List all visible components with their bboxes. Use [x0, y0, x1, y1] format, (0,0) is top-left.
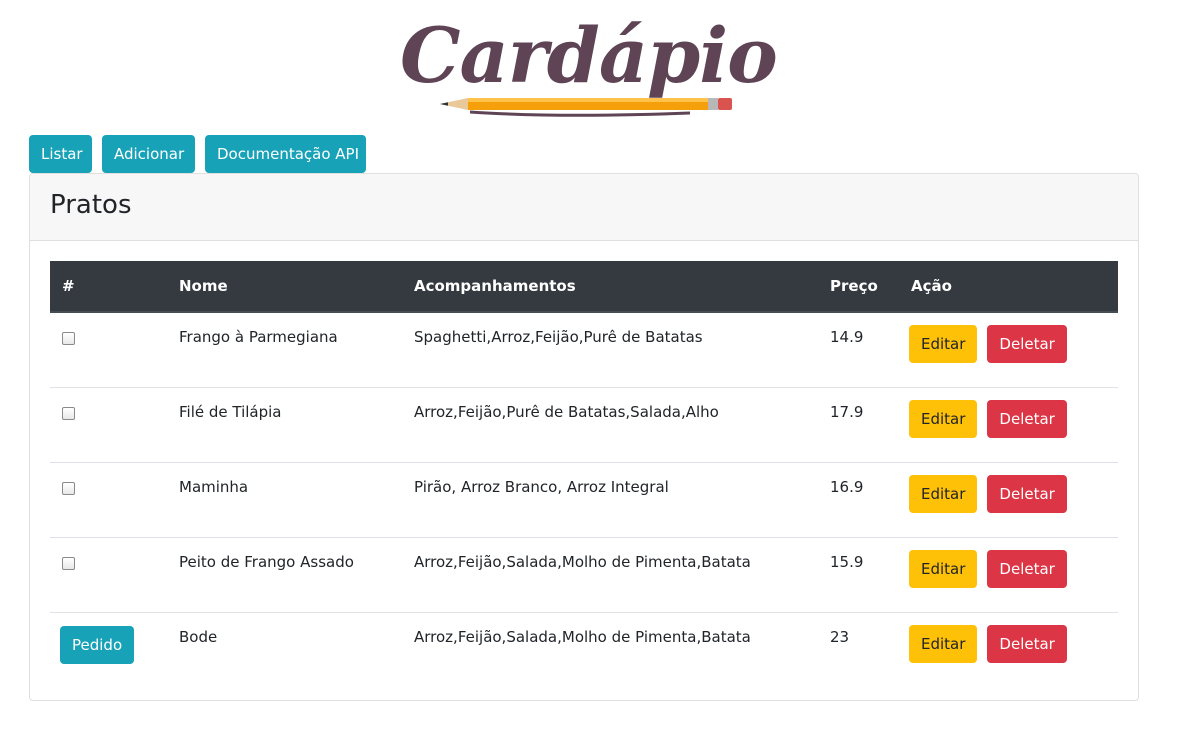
header-preco: Preço: [818, 261, 899, 313]
nav-documentacao-api-button[interactable]: Documentação API: [205, 135, 366, 173]
dish-sides: Pirão, Arroz Branco, Arroz Integral: [414, 478, 669, 496]
pratos-table: # Nome Acompanhamentos Preço Ação Frango…: [50, 261, 1118, 687]
table-row: Bode Arroz,Feijão,Salada,Molho de Piment…: [50, 612, 1118, 687]
dish-price: 16.9: [830, 478, 864, 496]
table-row: Maminha Pirão, Arroz Branco, Arroz Integ…: [50, 462, 1118, 538]
pencil-icon: [440, 98, 732, 117]
row-checkbox[interactable]: [62, 482, 75, 495]
edit-button[interactable]: Editar: [909, 400, 978, 438]
pratos-card: Pratos # Nome Acompanhamentos Preço Ação…: [29, 173, 1139, 701]
nav-adicionar-button[interactable]: Adicionar: [102, 135, 195, 173]
delete-button[interactable]: Deletar: [987, 325, 1067, 363]
header-acompanhamentos: Acompanhamentos: [402, 261, 818, 313]
delete-button[interactable]: Deletar: [987, 400, 1067, 438]
card-header: Pratos: [30, 174, 1138, 241]
dish-price: 23: [830, 628, 850, 646]
row-checkbox[interactable]: [62, 557, 75, 570]
dish-name: Frango à Parmegiana: [179, 328, 338, 346]
dish-name: Peito de Frango Assado: [179, 553, 354, 571]
delete-button[interactable]: Deletar: [987, 625, 1067, 663]
dish-sides: Arroz,Feijão,Salada,Molho de Pimenta,Bat…: [414, 553, 751, 571]
dish-price: 15.9: [830, 553, 864, 571]
table-row: Filé de Tilápia Arroz,Feijão,Purê de Bat…: [50, 387, 1118, 463]
dish-name: Filé de Tilápia: [179, 403, 282, 421]
header-nome: Nome: [167, 261, 402, 313]
row-checkbox[interactable]: [62, 407, 75, 420]
logo-text: Cardápio: [400, 11, 778, 100]
nav-listar-button[interactable]: Listar: [29, 135, 92, 173]
pedido-button[interactable]: Pedido: [60, 626, 135, 664]
table-header-row: # Nome Acompanhamentos Preço Ação: [50, 261, 1118, 313]
table-row: Peito de Frango Assado Arroz,Feijão,Sala…: [50, 537, 1118, 613]
header-acao: Ação: [899, 261, 1118, 313]
dish-price: 17.9: [830, 403, 864, 421]
dish-sides: Spaghetti,Arroz,Feijão,Purê de Batatas: [414, 328, 703, 346]
dish-sides: Arroz,Feijão,Purê de Batatas,Salada,Alho: [414, 403, 719, 421]
row-checkbox[interactable]: [62, 332, 75, 345]
delete-button[interactable]: Deletar: [987, 550, 1067, 588]
edit-button[interactable]: Editar: [909, 325, 978, 363]
delete-button[interactable]: Deletar: [987, 475, 1067, 513]
table-row: Frango à Parmegiana Spaghetti,Arroz,Feij…: [50, 312, 1118, 388]
dish-sides: Arroz,Feijão,Salada,Molho de Pimenta,Bat…: [414, 628, 751, 646]
card-title: Pratos: [50, 190, 132, 220]
header-hash: #: [50, 261, 167, 313]
logo: Cardápio: [400, 8, 780, 126]
dish-price: 14.9: [830, 328, 864, 346]
dish-name: Bode: [179, 628, 218, 646]
edit-button[interactable]: Editar: [909, 550, 978, 588]
edit-button[interactable]: Editar: [909, 625, 978, 663]
edit-button[interactable]: Editar: [909, 475, 978, 513]
dish-name: Maminha: [179, 478, 249, 496]
